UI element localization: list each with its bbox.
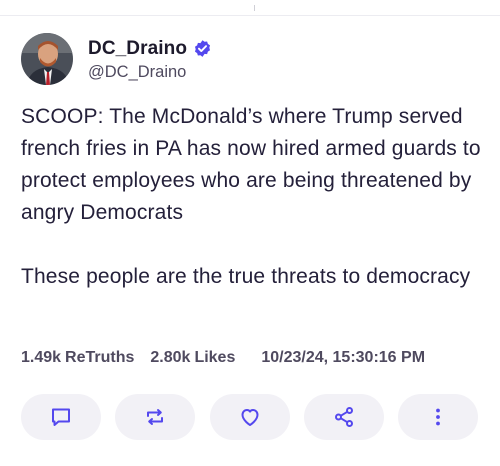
more-button[interactable] (398, 394, 478, 440)
post-stats: 1.49k ReTruths 2.80k Likes 10/23/24, 15:… (21, 346, 425, 370)
share-button[interactable] (303, 394, 384, 440)
more-vertical-icon (436, 408, 440, 426)
likes-count: 2.80k (150, 349, 191, 366)
repost-icon (147, 409, 164, 425)
retruths-count: 1.49k (21, 349, 62, 366)
top-divider-tick (254, 5, 255, 11)
author-handle[interactable]: @DC_Draino (88, 63, 212, 82)
author-info: DC_Draino @DC_Draino (88, 37, 212, 82)
top-divider (0, 15, 500, 16)
heart-icon (241, 409, 258, 426)
post-paragraph: These people are the true threats to dem… (21, 265, 471, 288)
action-bar (21, 394, 478, 440)
avatar[interactable] (21, 33, 73, 85)
like-button[interactable] (209, 394, 290, 440)
post-timestamp: 10/23/24, 15:30:16 PM (261, 349, 426, 366)
name-row: DC_Draino (88, 37, 212, 61)
post-header: DC_Draino @DC_Draino (21, 33, 212, 85)
retruth-button[interactable] (115, 394, 196, 440)
share-icon (334, 407, 353, 427)
post-text: SCOOP: The McDonald’s where Trump served… (21, 101, 491, 293)
verified-badge-icon (193, 39, 212, 58)
likes-stat[interactable]: 2.80k Likes (150, 349, 235, 367)
author-display-name[interactable]: DC_Draino (88, 38, 187, 60)
post-paragraph: SCOOP: The McDonald’s where Trump served… (21, 105, 481, 224)
retruths-label: ReTruths (65, 349, 135, 366)
likes-label: Likes (194, 349, 236, 366)
reply-button[interactable] (21, 394, 101, 440)
comment-icon (52, 408, 70, 426)
retruths-stat[interactable]: 1.49k ReTruths (21, 349, 134, 367)
